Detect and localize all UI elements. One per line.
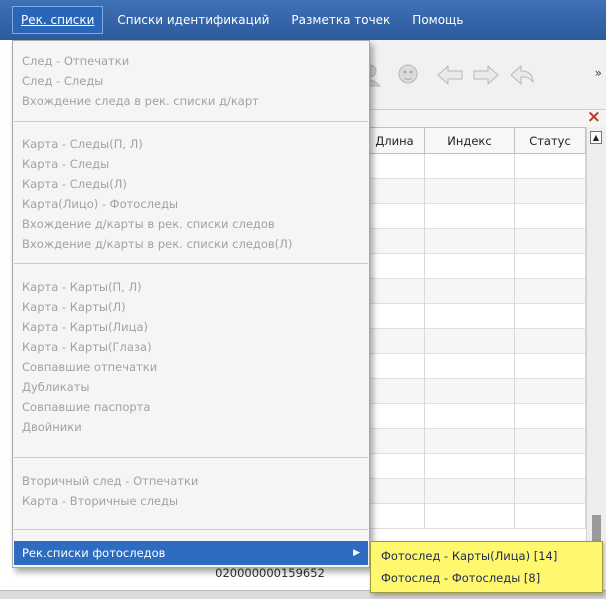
- menu-item-matched-passports[interactable]: Совпавшие паспорта: [22, 397, 150, 417]
- menu-item-trace-prints[interactable]: След - Отпечатки: [22, 51, 129, 71]
- submenu-arrow-icon: ▶: [353, 548, 360, 558]
- arrow-left-icon[interactable]: [435, 62, 465, 88]
- table-row[interactable]: [365, 279, 586, 304]
- menu-item-card-in-trace-lists-l[interactable]: Вхождение д/карты в рек. списки следов(Л…: [22, 234, 292, 254]
- table-row[interactable]: [365, 179, 586, 204]
- table-row[interactable]: [365, 204, 586, 229]
- menu-separator: [14, 529, 368, 530]
- table-row[interactable]: [365, 154, 586, 179]
- menu-item-card-cards-eyes[interactable]: Карта - Карты(Глаза): [22, 337, 152, 357]
- column-header-length[interactable]: Длина: [365, 128, 425, 155]
- table-row[interactable]: [365, 429, 586, 454]
- submenu-item-phototrace-face-cards[interactable]: Фотослед - Карты(Лица) [14]: [381, 546, 557, 566]
- table-row[interactable]: [365, 254, 586, 279]
- table-row[interactable]: [365, 379, 586, 404]
- results-table: Длина Индекс Статус: [365, 127, 586, 547]
- vertical-scrollbar[interactable]: ▲: [586, 127, 606, 547]
- table-row[interactable]: [365, 329, 586, 354]
- menu-item-phototrace-rec-lists-label: Рек.списки фотоследов: [22, 546, 166, 560]
- menu-item-duplicates[interactable]: Дубликаты: [22, 377, 89, 397]
- table-row[interactable]: [365, 504, 586, 529]
- table-cell-id: 020000000159652: [215, 566, 325, 580]
- menu-rec-lists[interactable]: Рек. списки: [12, 6, 104, 34]
- toolbar-overflow-icon[interactable]: »: [595, 66, 602, 80]
- phototrace-submenu: Фотослед - Карты(Лица) [14] Фотослед - Ф…: [370, 541, 603, 593]
- menu-item-trace-in-card-lists[interactable]: Вхождение следа в рек. списки д/карт: [22, 91, 259, 111]
- face-search-icon[interactable]: [393, 62, 423, 88]
- close-icon[interactable]: ×: [587, 107, 601, 127]
- menu-bar: Рек. списки Списки идентификаций Разметк…: [0, 0, 606, 40]
- menu-item-card-cards-faces[interactable]: Карта - Карты(Лица): [22, 317, 148, 337]
- toolbar: »: [358, 40, 606, 110]
- column-header-status[interactable]: Статус: [515, 128, 586, 155]
- menu-item-card-cards-pl[interactable]: Карта - Карты(П, Л): [22, 277, 142, 297]
- menu-point-marking[interactable]: Разметка точек: [283, 7, 398, 33]
- menu-help[interactable]: Помощь: [404, 7, 471, 33]
- scroll-up-button[interactable]: ▲: [590, 131, 602, 144]
- menu-item-card-cards-l[interactable]: Карта - Карты(Л): [22, 297, 126, 317]
- menu-identification-lists[interactable]: Списки идентификаций: [109, 7, 277, 33]
- menu-separator: [14, 121, 368, 122]
- arrow-back-icon[interactable]: [507, 62, 537, 88]
- menu-separator: [14, 457, 368, 458]
- menu-item-card-secondary-traces[interactable]: Карта - Вторичные следы: [22, 491, 178, 511]
- table-row[interactable]: [365, 454, 586, 479]
- menu-separator: [14, 263, 368, 264]
- menu-item-card-traces[interactable]: Карта - Следы: [22, 154, 109, 174]
- column-header-index[interactable]: Индекс: [425, 128, 515, 155]
- menu-item-card-in-trace-lists[interactable]: Вхождение д/карты в рек. списки следов: [22, 214, 275, 234]
- table-row[interactable]: [365, 354, 586, 379]
- submenu-item-phototrace-phototraces[interactable]: Фотослед - Фотоследы [8]: [381, 568, 540, 588]
- table-body: [365, 154, 586, 529]
- menu-item-matched-prints[interactable]: Совпавшие отпечатки: [22, 357, 157, 377]
- menu-item-doubles[interactable]: Двойники: [22, 417, 82, 437]
- menu-item-trace-traces[interactable]: След - Следы: [22, 71, 103, 91]
- table-row[interactable]: [365, 229, 586, 254]
- table-header: Длина Индекс Статус: [365, 127, 586, 155]
- rec-lists-dropdown: След - Отпечатки След - Следы Вхождение …: [12, 40, 370, 568]
- menu-item-card-face-phototraces[interactable]: Карта(Лицо) - Фотоследы: [22, 194, 178, 214]
- menu-item-phototrace-rec-lists[interactable]: Рек.списки фотоследов ▶: [14, 541, 368, 565]
- menu-item-secondary-trace-prints[interactable]: Вторичный след - Отпечатки: [22, 471, 198, 491]
- panel-header: ×: [365, 107, 606, 127]
- table-row[interactable]: [365, 479, 586, 504]
- arrow-right-icon[interactable]: [471, 62, 501, 88]
- menu-item-card-traces-l[interactable]: Карта - Следы(Л): [22, 174, 127, 194]
- table-row[interactable]: [365, 404, 586, 429]
- table-row[interactable]: [365, 304, 586, 329]
- menu-item-card-traces-pl[interactable]: Карта - Следы(П, Л): [22, 134, 143, 154]
